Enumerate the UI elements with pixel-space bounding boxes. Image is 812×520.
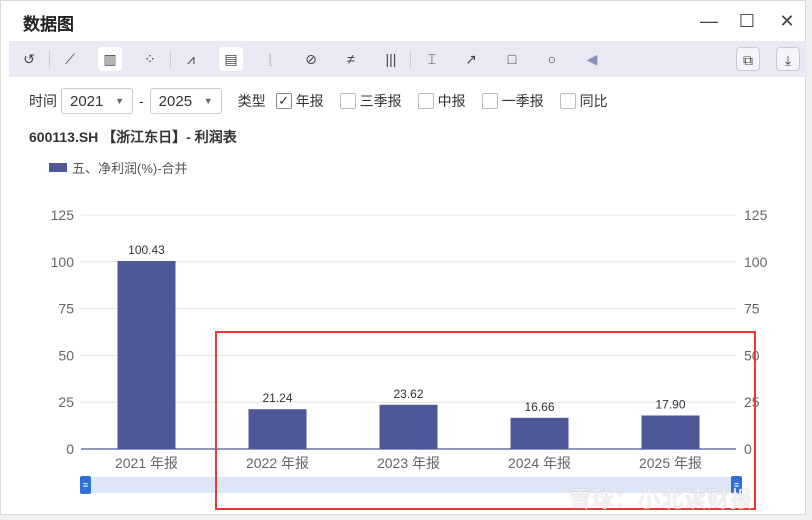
y-tick-label-left: 75 — [58, 301, 74, 317]
x-tick-label: 2021 年报 — [115, 455, 178, 471]
y-tick-label-right: 125 — [744, 207, 768, 223]
y-tick-label-left: 25 — [58, 394, 74, 410]
y-tick-label-left: 125 — [51, 207, 75, 223]
watermark: 雪球：小北读财报 — [569, 487, 754, 512]
bar-value-label: 100.43 — [128, 243, 165, 257]
slider-left-handle[interactable]: ≡ — [80, 476, 91, 494]
y-tick-label-left: 100 — [51, 254, 75, 270]
bar[interactable] — [117, 260, 176, 449]
chart-window: 数据图 — ☐ ✕ ↺ ⟋ ▥ ⁘ ⩘ ▤ ⌊ ⊘ ≠ ||| ⌶ ↗ □ ○ … — [0, 0, 807, 515]
y-tick-label-left: 0 — [66, 441, 74, 457]
y-tick-label-right: 100 — [744, 254, 768, 270]
y-tick-label-right: 75 — [744, 301, 760, 317]
y-tick-label-left: 50 — [58, 347, 74, 363]
